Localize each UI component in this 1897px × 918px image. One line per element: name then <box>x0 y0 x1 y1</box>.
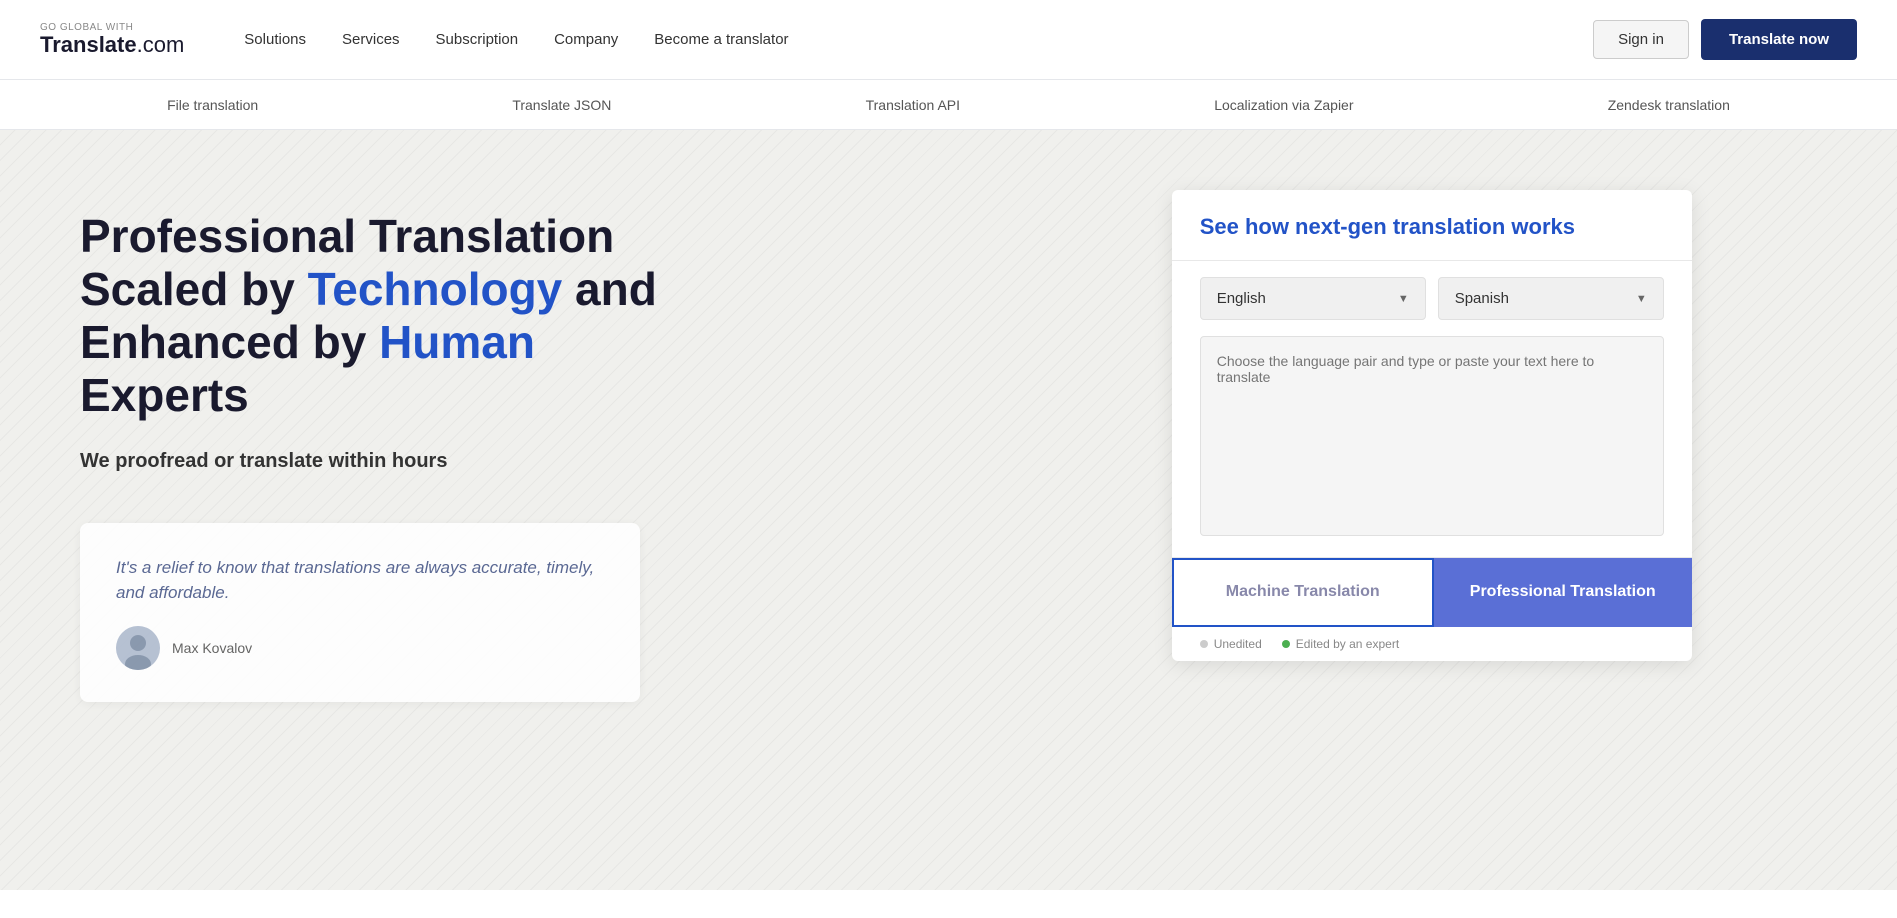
translate-now-button[interactable]: Translate now <box>1701 19 1857 60</box>
nav-services[interactable]: Services <box>342 31 400 48</box>
logo: GO GLOBAL WITH Translate.com <box>40 22 184 57</box>
testimonial-card: It's a relief to know that translations … <box>80 523 640 702</box>
status-row: Unedited Edited by an expert <box>1172 627 1692 661</box>
target-language-select[interactable]: Spanish ▼ <box>1438 277 1664 320</box>
nav-subscription[interactable]: Subscription <box>436 31 519 48</box>
language-selectors: English ▼ Spanish ▼ <box>1172 261 1692 336</box>
sign-in-button[interactable]: Sign in <box>1593 20 1689 59</box>
hero-left: Professional Translation Scaled by Techn… <box>0 130 986 890</box>
hero-heading: Professional Translation Scaled by Techn… <box>80 210 926 422</box>
testimonial-author: Max Kovalov <box>116 626 604 670</box>
source-lang-chevron-icon: ▼ <box>1398 293 1409 305</box>
professional-translation-button[interactable]: Professional Translation <box>1434 558 1692 627</box>
nav-solutions[interactable]: Solutions <box>244 31 306 48</box>
subnav-zendesk[interactable]: Zendesk translation <box>1608 97 1730 113</box>
machine-translation-button[interactable]: Machine Translation <box>1172 558 1434 627</box>
hero-subtext: We proofread or translate within hours <box>80 450 926 473</box>
testimonial-text: It's a relief to know that translations … <box>116 555 604 606</box>
translation-widget: See how next-gen translation works Engli… <box>1172 190 1692 661</box>
hero-section: Professional Translation Scaled by Techn… <box>0 130 1897 890</box>
target-lang-label: Spanish <box>1455 290 1509 307</box>
nav-company[interactable]: Company <box>554 31 618 48</box>
unedited-label: Unedited <box>1214 637 1262 651</box>
edited-label: Edited by an expert <box>1296 637 1399 651</box>
nav-become-translator[interactable]: Become a translator <box>654 31 788 48</box>
translation-input-area <box>1172 336 1692 557</box>
hero-right: See how next-gen translation works Engli… <box>986 130 1897 890</box>
widget-header: See how next-gen translation works <box>1172 190 1692 261</box>
subnav-file-translation[interactable]: File translation <box>167 97 258 113</box>
translation-textarea[interactable] <box>1200 336 1664 536</box>
subnav-translate-json[interactable]: Translate JSON <box>512 97 611 113</box>
status-edited: Edited by an expert <box>1282 637 1399 651</box>
translation-type-buttons: Machine Translation Professional Transla… <box>1172 557 1692 627</box>
target-lang-chevron-icon: ▼ <box>1636 293 1647 305</box>
header: GO GLOBAL WITH Translate.com Solutions S… <box>0 0 1897 80</box>
logo-brand: Translate.com <box>40 33 184 57</box>
subnav: File translation Translate JSON Translat… <box>0 80 1897 130</box>
subnav-translation-api[interactable]: Translation API <box>866 97 960 113</box>
unedited-dot <box>1200 640 1208 648</box>
subnav-localization-zapier[interactable]: Localization via Zapier <box>1214 97 1353 113</box>
source-lang-label: English <box>1217 290 1266 307</box>
author-name: Max Kovalov <box>172 640 252 656</box>
edited-dot <box>1282 640 1290 648</box>
header-actions: Sign in Translate now <box>1593 19 1857 60</box>
avatar <box>116 626 160 670</box>
widget-title: See how next-gen translation works <box>1200 214 1664 240</box>
main-nav: Solutions Services Subscription Company … <box>244 31 1593 48</box>
status-unedited: Unedited <box>1200 637 1262 651</box>
source-language-select[interactable]: English ▼ <box>1200 277 1426 320</box>
